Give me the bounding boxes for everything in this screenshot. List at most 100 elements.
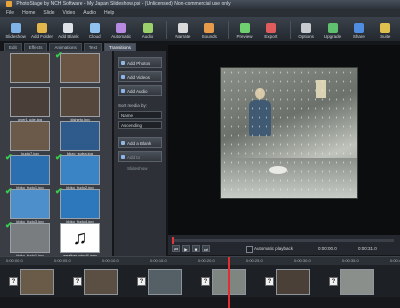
app-window: PhotoStage by NCH Software - My Japan Sl… [0, 0, 400, 308]
transition-icon[interactable]: ? [329, 277, 338, 286]
toolbar-label: Share [352, 34, 365, 39]
automatic-playback-checkbox[interactable] [246, 246, 253, 253]
upgrade-button[interactable]: Upgrade [321, 23, 344, 41]
menu-slide[interactable]: Slide [43, 9, 54, 17]
media-thumbnail[interactable]: ♫ weather wind4.wav [60, 223, 100, 256]
added-check-icon: ✔ [55, 51, 63, 60]
sort-by-select[interactable]: Name [118, 111, 162, 119]
suite-icon [380, 23, 391, 33]
title-bar: PhotoStage by NCH Software - My Japan Sl… [0, 0, 400, 9]
blank-slide-icon [121, 141, 125, 145]
timeline-clip[interactable] [340, 269, 374, 295]
media-thumbnail[interactable]: kbko_fudo4.jpg ✔ [55, 186, 100, 227]
forward-button[interactable]: ⏭ [202, 245, 210, 252]
edit-tabs: Edit Effects Animations Text Transitions [4, 43, 136, 51]
narrate-button[interactable]: Narrate [171, 23, 194, 41]
media-list: ✔ over1 ude.jpg klsheto.jpg kudo7.jpg kbzo_s… [0, 51, 112, 256]
transition-icon[interactable]: ? [73, 277, 82, 286]
menu-audio[interactable]: Audio [83, 9, 96, 17]
preview-button[interactable]: Preview [233, 23, 256, 41]
media-image [10, 223, 50, 253]
slideshow-button[interactable]: Slideshow [4, 23, 27, 41]
scrub-bar[interactable] [172, 237, 394, 244]
media-image [10, 121, 50, 151]
menu-file[interactable]: File [6, 9, 14, 17]
wand-icon [116, 23, 127, 33]
media-thumbnail[interactable]: klsheto.jpg [60, 87, 100, 125]
toolbar-label: Sounds [201, 34, 217, 39]
timeline-clip[interactable] [84, 269, 118, 295]
transition-icon[interactable]: ? [265, 277, 274, 286]
timeline-clip[interactable] [148, 269, 182, 295]
audio-icon [142, 23, 153, 33]
add-videos-label: Add Videos [127, 75, 150, 80]
suite-button[interactable]: Suite [374, 23, 397, 41]
timeline-clip[interactable] [276, 269, 310, 295]
added-check-icon: ✔ [5, 220, 13, 230]
added-check-icon: ✔ [55, 152, 63, 162]
timeline-playhead[interactable] [228, 257, 230, 308]
transition-icon[interactable]: ? [201, 277, 210, 286]
toolbar-label: Cloud [88, 34, 101, 39]
share-button[interactable]: Share [347, 23, 370, 41]
media-thumbnail[interactable]: over1 ude.jpg [10, 87, 50, 125]
sort-order-select[interactable]: Ascending [118, 121, 162, 129]
transition-icon[interactable]: ? [137, 277, 146, 286]
media-thumbnail[interactable] [10, 53, 50, 91]
transition-icon[interactable]: ? [9, 277, 18, 286]
automatic-playback-label: Automatic playback [254, 246, 294, 251]
media-image [10, 155, 50, 185]
ruler-tick-label: 0:00:40.0 [390, 258, 400, 263]
stop-button[interactable]: ■ [192, 245, 200, 252]
media-thumbnail[interactable]: kbko_fudo2.jpg ✔ [55, 152, 100, 193]
sounds-button[interactable]: Sounds [198, 23, 221, 41]
toolbar-label: Export [264, 34, 278, 39]
export-button[interactable]: Export [259, 23, 282, 41]
media-image [60, 87, 100, 117]
scrub-marker[interactable] [172, 237, 174, 244]
audio-track[interactable] [0, 297, 400, 308]
automatic-button[interactable]: Automatic [110, 23, 133, 41]
media-image [10, 53, 50, 83]
media-thumbnail[interactable]: ✔ [55, 51, 100, 91]
tab-animations[interactable]: Animations [49, 43, 82, 51]
menu-bar: File Home Slide Video Audio Help [0, 9, 400, 17]
add-videos-button[interactable]: Add Videos [118, 71, 162, 82]
audio-button[interactable]: Audio [136, 23, 159, 41]
media-image [60, 121, 100, 151]
toolbar-label: Upgrade [323, 34, 342, 39]
add-blank-button[interactable]: Add Blank [57, 23, 80, 41]
add-to-slideshow-button[interactable]: Add to Slideshow [118, 151, 162, 171]
toolbar-label: Options [298, 34, 314, 39]
toolbar-separator [227, 21, 229, 39]
time-start: 0:00:00.0 [318, 246, 337, 251]
menu-help[interactable]: Help [104, 9, 114, 17]
toolbar-label: Audio [141, 34, 154, 39]
menu-video[interactable]: Video [63, 9, 76, 17]
tab-effects[interactable]: Effects [23, 43, 48, 51]
videos-icon [121, 75, 125, 79]
media-thumbnail[interactable]: kudo7.jpg [10, 121, 50, 159]
add-audio-button[interactable]: Add Audio [118, 85, 162, 96]
rewind-button[interactable]: ⏮ [172, 245, 180, 252]
timeline-clip[interactable] [20, 269, 54, 295]
tab-transitions[interactable]: Transitions [103, 43, 136, 51]
add-folder-button[interactable]: Add Folder [30, 23, 53, 41]
tab-edit[interactable]: Edit [4, 43, 22, 51]
media-thumbnail[interactable]: kbko_fudo3.jpg ✔ [5, 186, 50, 227]
preview-image [220, 67, 358, 199]
tab-text[interactable]: Text [83, 43, 102, 51]
cloud-button[interactable]: Cloud [83, 23, 106, 41]
media-thumbnail[interactable]: kbko_fudo1.jpg ✔ [5, 220, 50, 256]
menu-home[interactable]: Home [22, 9, 35, 17]
media-thumbnail[interactable]: kbko_fudo1.jpg ✔ [5, 152, 50, 193]
options-button[interactable]: Options [294, 23, 317, 41]
add-photos-button[interactable]: Add Photos [118, 57, 162, 68]
add-blank-slide-button[interactable]: Add a Blank Slide [118, 137, 162, 157]
play-button[interactable]: ▶ [182, 245, 190, 252]
app-logo-icon [6, 0, 12, 7]
timeline: 0:00:00.0 0:00:05.0 0:00:10.0 0:00:15.0 0:00… [0, 256, 400, 308]
audio-file-icon [121, 89, 125, 93]
toolbar-separator [289, 21, 291, 39]
media-thumbnail[interactable]: kbzo_sutra.jpg [60, 121, 100, 159]
